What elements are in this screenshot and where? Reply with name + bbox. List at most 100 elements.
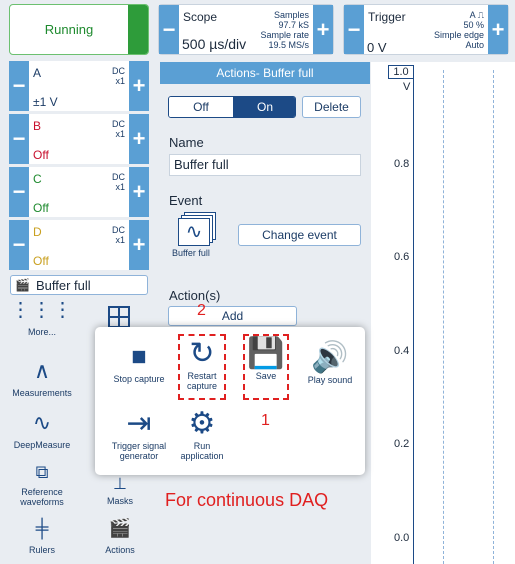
sidebar-masks[interactable]: ⊥ Masks [88, 474, 152, 508]
y-tick-label: 0.8 [394, 158, 410, 170]
channel-name: B [33, 119, 42, 133]
stop-capture-option[interactable]: ⏹ Stop capture [104, 340, 174, 384]
toggle-off[interactable]: Off [169, 97, 233, 117]
annotation-1: 1 [261, 412, 270, 429]
run-button-label: Running [44, 22, 94, 37]
channel-c-box: − C DC x1 Off + [9, 167, 149, 217]
run-app-option[interactable]: ⚙ Run application [172, 406, 232, 461]
actions-label: Action(s) [169, 288, 221, 303]
speaker-icon: 🔊 [311, 341, 349, 374]
channel-range[interactable]: Off [33, 201, 49, 215]
channel-b-box: − B DC x1 Off + [9, 114, 149, 164]
sample-rate-label: Sample rate [260, 30, 309, 40]
sidebar-masks-label: Masks [106, 496, 133, 506]
trigger-percent: 50 % [463, 20, 484, 30]
scope-title: Scope [183, 10, 218, 24]
channel-probe: x1 [115, 235, 125, 245]
mask-icon: ⊥ [113, 476, 127, 493]
clapperboard-icon: 🎬 [108, 518, 132, 538]
delete-button[interactable]: Delete [302, 96, 361, 118]
channel-plus-button[interactable]: + [129, 167, 149, 217]
event-label: Event [169, 193, 203, 208]
trigger-mode: Auto [465, 40, 484, 50]
y-tick-label: 0.0 [394, 532, 410, 544]
annotation-2: 2 [197, 302, 206, 319]
rising-edge-icon: ⎍ [477, 10, 484, 20]
y-axis-top-label[interactable]: 1.0 [388, 65, 414, 79]
scope-plus-button[interactable]: + [313, 5, 333, 54]
run-indicator [128, 5, 148, 54]
waveform-icon: ∿ [32, 410, 52, 435]
sidebar-reference[interactable]: ⧉ Reference waveforms [5, 462, 79, 512]
samples-value: 97.7 kS [278, 20, 309, 30]
channel-minus-button[interactable]: − [9, 61, 29, 111]
actions-panel-title: Actions- Buffer full [160, 62, 370, 84]
event-icon[interactable]: ∿ [178, 212, 218, 246]
stop-capture-label: Stop capture [113, 374, 165, 384]
timebase-value[interactable]: 500 µs/div [182, 36, 246, 52]
restart-capture-option[interactable]: ↻ Restart capture [178, 334, 226, 400]
channel-probe: x1 [115, 76, 125, 86]
sidebar-more-label: More... [27, 327, 56, 337]
sample-rate-value: 19.5 MS/s [268, 40, 309, 50]
buffer-full-tag-label: Buffer full [36, 278, 91, 293]
save-label: Save [255, 371, 277, 381]
channel-range[interactable]: ±1 V [33, 95, 58, 109]
trigger-title: Trigger [368, 10, 406, 24]
channel-probe: x1 [115, 129, 125, 139]
sidebar-rulers[interactable]: ╪ Rulers [10, 518, 74, 560]
add-button[interactable]: Add [168, 306, 297, 326]
change-event-button[interactable]: Change event [238, 224, 361, 246]
channel-minus-button[interactable]: − [9, 114, 29, 164]
trigger-box: − Trigger 0 V A ⎍ 50 % Simple edge Auto … [343, 4, 509, 55]
channel-coupling: DC [112, 172, 125, 182]
channel-plus-button[interactable]: + [129, 114, 149, 164]
grid-line [443, 70, 444, 564]
run-button[interactable]: Running [9, 4, 149, 55]
channel-minus-button[interactable]: − [9, 167, 29, 217]
channel-minus-button[interactable]: − [9, 220, 29, 270]
trigger-minus-button[interactable]: − [344, 5, 364, 54]
run-app-label: Run application [180, 441, 224, 461]
trigger-gen-option[interactable]: ⇥ Trigger signal generator [104, 406, 174, 461]
sidebar-rulers-label: Rulers [28, 545, 55, 555]
annotation-note: For continuous DAQ [165, 490, 329, 510]
samples-label: Samples [273, 10, 309, 20]
reference-waveform-icon: ⧉ [35, 462, 49, 482]
off-on-toggle: Off On [168, 96, 296, 118]
sidebar-deepmeasure-label: DeepMeasure [13, 440, 71, 450]
channel-plus-button[interactable]: + [129, 220, 149, 270]
channel-coupling: DC [112, 119, 125, 129]
sidebar-measurements[interactable]: ∧ Measurements [5, 358, 79, 404]
channel-range[interactable]: Off [33, 254, 49, 268]
sidebar-deepmeasure[interactable]: ∿ DeepMeasure [5, 410, 79, 456]
trigger-plus-button[interactable]: + [488, 5, 508, 54]
save-option[interactable]: 💾 Save [243, 334, 289, 400]
play-sound-option[interactable]: 🔊 Play sound [300, 340, 360, 385]
compass-icon: ∧ [33, 358, 51, 383]
name-field[interactable]: Buffer full [169, 154, 361, 176]
channel-coupling: DC [112, 225, 125, 235]
arrow-circle-icon: ⇥ [126, 407, 152, 440]
channel-probe: x1 [115, 182, 125, 192]
grid-dots-icon: ⋮⋮⋮ [10, 299, 74, 321]
save-icon: 💾 [247, 337, 285, 370]
channel-range[interactable]: Off [33, 148, 49, 162]
channel-name: D [33, 225, 42, 239]
sidebar-more[interactable]: ⋮⋮⋮ More... [10, 299, 74, 353]
toggle-on[interactable]: On [233, 97, 295, 117]
y-tick-label: 0.2 [394, 438, 410, 450]
channel-plus-button[interactable]: + [129, 61, 149, 111]
scope-minus-button[interactable]: − [159, 5, 179, 54]
channel-a-box: − A DC x1 ±1 V + [9, 61, 149, 111]
restart-capture-label: Restart capture [186, 371, 218, 391]
sidebar-measurements-label: Measurements [12, 388, 72, 398]
y-tick-label: 0.6 [394, 251, 410, 263]
grid-icon[interactable] [108, 306, 130, 328]
trigger-level[interactable]: 0 V [367, 40, 387, 55]
trigger-gen-label: Trigger signal generator [111, 441, 167, 461]
sidebar-actions[interactable]: 🎬 Actions [88, 518, 152, 560]
event-icon-label: Buffer full [172, 248, 210, 258]
buffer-full-tag[interactable]: 🎬 Buffer full [10, 275, 148, 295]
y-axis-line [413, 70, 414, 564]
